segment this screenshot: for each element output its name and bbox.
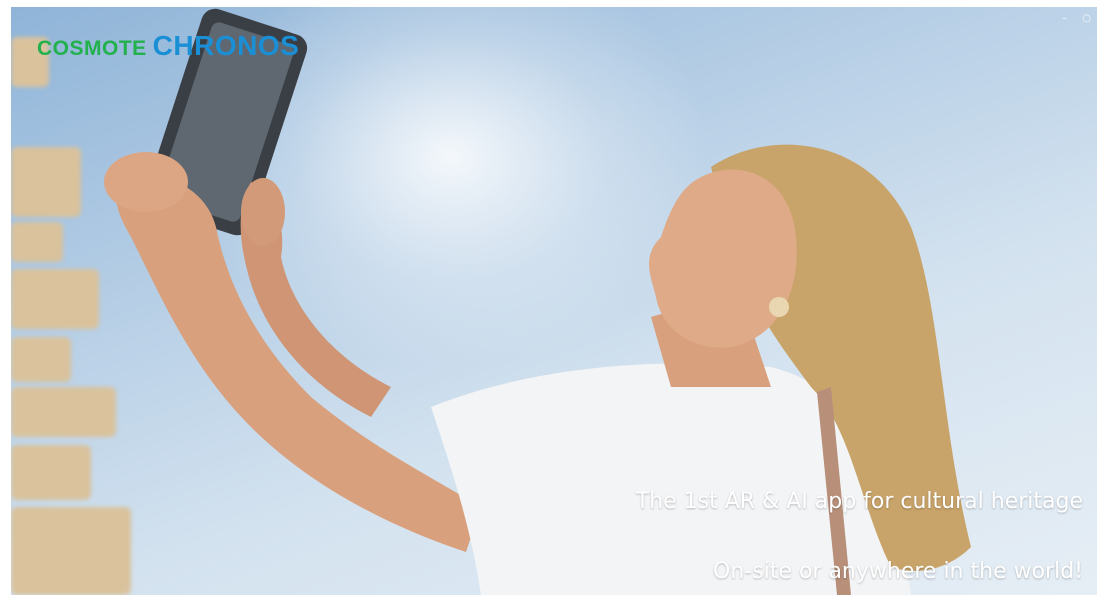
caption-tagline: The 1st AR & AI app for cultural heritag…	[635, 489, 1083, 514]
video-frame[interactable]: COSMOTE CHRONOS – ○ The 1st AR & AI app f…	[11, 7, 1097, 595]
logo-product: CHRONOS	[152, 30, 300, 61]
window-controls: – ○	[1050, 13, 1091, 24]
logo-brand: COSMOTE	[37, 37, 147, 60]
video-player[interactable]: COSMOTE CHRONOS – ○ The 1st AR & AI app f…	[0, 0, 1097, 595]
cosmote-chronos-logo: COSMOTE CHRONOS	[37, 32, 299, 60]
minimize-icon[interactable]: –	[1062, 13, 1067, 24]
settings-icon[interactable]: ○	[1082, 13, 1091, 24]
caption-subtitle: On-site or anywhere in the world!	[713, 559, 1083, 584]
